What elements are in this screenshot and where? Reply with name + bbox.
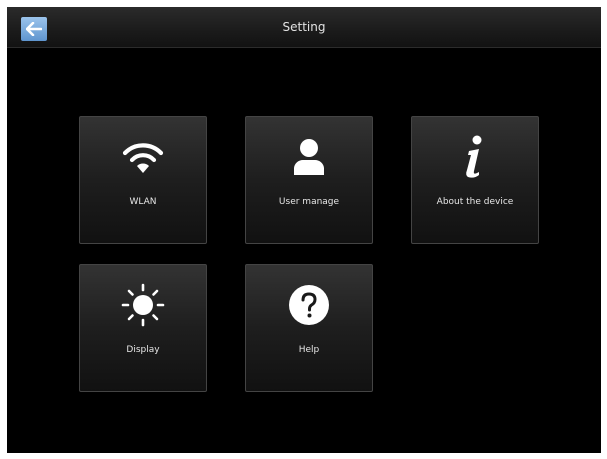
display-label: Display (126, 345, 160, 355)
user-icon (246, 135, 372, 179)
info-icon (412, 135, 538, 179)
about-device-tile[interactable]: About the device (411, 116, 539, 244)
page-title: Setting (282, 20, 326, 34)
wlan-label: WLAN (129, 197, 157, 207)
wlan-tile[interactable]: WLAN (79, 116, 207, 244)
user-manage-tile[interactable]: User manage (245, 116, 373, 244)
help-label: Help (298, 345, 320, 355)
help-tile[interactable]: Help (245, 264, 373, 392)
wifi-icon (80, 135, 206, 179)
back-button[interactable] (21, 17, 47, 41)
about-device-label: About the device (436, 197, 514, 207)
settings-screen: Setting WLAN User manage About the devic… (7, 7, 601, 453)
back-arrow-icon (26, 22, 42, 36)
display-tile[interactable]: Display (79, 264, 207, 392)
help-icon (246, 283, 372, 327)
title-bar: Setting (7, 7, 601, 48)
user-manage-label: User manage (278, 197, 340, 207)
brightness-icon (80, 283, 206, 327)
